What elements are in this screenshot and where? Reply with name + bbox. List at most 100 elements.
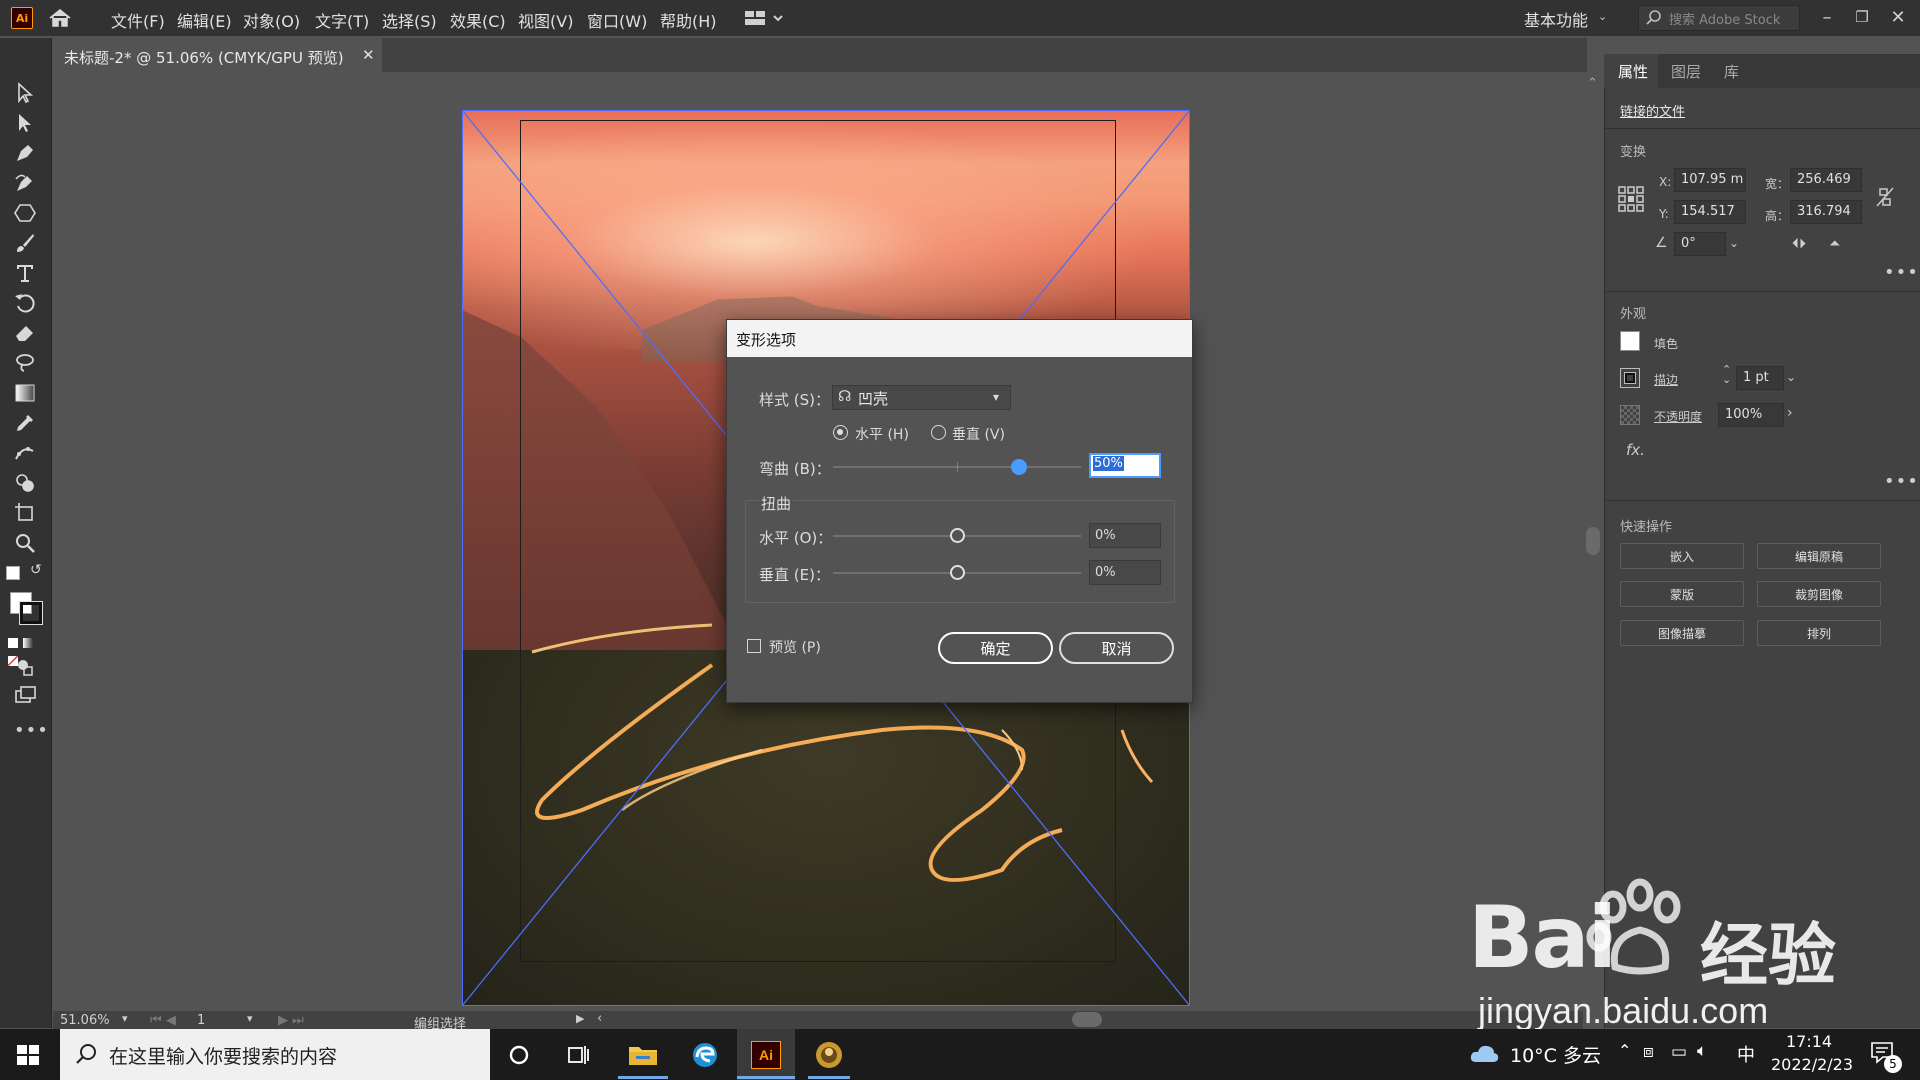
puppet-warp-tool[interactable]	[10, 440, 40, 466]
width-input[interactable]: 256.469	[1790, 168, 1862, 192]
arrange-documents-icon[interactable]	[744, 8, 788, 28]
arrange-button[interactable]: 排列	[1757, 620, 1881, 646]
page-number[interactable]: 1	[197, 1013, 205, 1028]
distort-v-input[interactable]: 0%	[1089, 560, 1161, 585]
distort-v-slider-thumb[interactable]	[950, 565, 965, 580]
y-input[interactable]: 154.517	[1674, 200, 1746, 224]
default-colors-icon[interactable]	[6, 566, 20, 580]
stroke-color-swatch[interactable]	[19, 601, 43, 625]
clock-date[interactable]: 2022/2/23	[1771, 1055, 1853, 1074]
status-menu-arrow-icon[interactable]: ▶	[576, 1012, 584, 1025]
stroke-swatch[interactable]	[1620, 368, 1640, 388]
x-input[interactable]: 107.95 m	[1674, 168, 1746, 192]
bend-slider-thumb[interactable]	[1011, 459, 1027, 475]
angle-input[interactable]: 0°	[1674, 232, 1726, 256]
rotate-tool[interactable]	[10, 290, 40, 316]
file-explorer-button[interactable]	[618, 1031, 668, 1078]
close-button[interactable]: ✕	[1885, 4, 1911, 30]
menu-help[interactable]: 帮助(H)	[660, 8, 717, 32]
shape-tool[interactable]	[10, 200, 40, 226]
distort-h-input[interactable]: 0%	[1089, 523, 1161, 548]
edit-original-button[interactable]: 编辑原稿	[1757, 543, 1881, 569]
preview-checkbox[interactable]	[747, 639, 761, 653]
mask-button[interactable]: 蒙版	[1620, 581, 1744, 607]
opacity-expand-icon[interactable]: ›	[1787, 405, 1793, 421]
menu-object[interactable]: 对象(O)	[243, 8, 300, 32]
stroke-weight-chevron-icon[interactable]: ⌄	[1786, 370, 1796, 384]
last-page-icon[interactable]: ▶ ⏭	[278, 1013, 304, 1028]
shape-builder-tool[interactable]	[10, 470, 40, 496]
tab-libraries[interactable]: 库	[1724, 61, 1739, 82]
image-trace-button[interactable]: 图像描摹	[1620, 620, 1744, 646]
zoom-chevron-icon[interactable]: ▾	[122, 1012, 128, 1025]
selection-tool[interactable]	[10, 80, 40, 106]
minimize-button[interactable]: –	[1814, 4, 1840, 30]
fill-swatch[interactable]	[1620, 331, 1640, 351]
color-mode-icons[interactable]	[8, 634, 42, 666]
angle-chevron-icon[interactable]: ⌄	[1729, 236, 1739, 250]
eyedropper-tool[interactable]	[10, 410, 40, 436]
curvature-tool[interactable]	[10, 170, 40, 196]
linked-file-link[interactable]: 链接的文件	[1620, 101, 1685, 120]
horizontal-radio[interactable]	[833, 425, 848, 440]
direct-selection-tool[interactable]	[10, 110, 40, 136]
first-page-icon[interactable]: ⏮ ◀	[150, 1013, 176, 1028]
home-icon[interactable]	[48, 8, 72, 28]
flip-vertical-icon[interactable]: ⏶	[1829, 236, 1840, 252]
page-chevron-icon[interactable]: ▾	[247, 1012, 253, 1025]
lasso-tool[interactable]	[10, 350, 40, 376]
draw-mode-tool[interactable]	[10, 654, 40, 680]
height-input[interactable]: 316.794	[1790, 200, 1862, 224]
menu-select[interactable]: 选择(S)	[382, 8, 437, 32]
reference-point-icon[interactable]	[1618, 186, 1644, 212]
opacity-label[interactable]: 不透明度	[1654, 408, 1702, 425]
clock-time[interactable]: 17:14	[1786, 1032, 1832, 1051]
vertical-radio[interactable]	[931, 425, 946, 440]
more-appearance-options-icon[interactable]: •••	[1884, 471, 1919, 492]
tab-close-icon[interactable]: ✕	[362, 46, 375, 64]
volume-icon[interactable]: 🔈︎	[1697, 1041, 1707, 1061]
menu-window[interactable]: 窗口(W)	[587, 8, 647, 32]
weather-text[interactable]: 10°C 多云	[1510, 1041, 1601, 1068]
menu-file[interactable]: 文件(F)	[111, 8, 165, 32]
opacity-input[interactable]: 100%	[1718, 403, 1784, 427]
swap-colors-icon[interactable]: ↺	[30, 562, 42, 578]
flip-horizontal-icon[interactable]: ⏴⏵	[1792, 236, 1806, 252]
screen-mode-tool[interactable]	[10, 682, 40, 708]
tab-properties[interactable]: 属性	[1618, 61, 1648, 82]
task-view-button[interactable]	[554, 1031, 604, 1078]
app-taskbar-button[interactable]	[804, 1031, 854, 1078]
artboard-tool[interactable]	[10, 500, 40, 526]
constrain-proportions-icon[interactable]	[1875, 186, 1895, 208]
stroke-weight-input[interactable]: 1 pt	[1736, 366, 1784, 390]
workspace-switcher[interactable]: 基本功能	[1524, 7, 1588, 31]
stroke-label[interactable]: 描边	[1654, 371, 1678, 388]
ok-button[interactable]: 确定	[938, 632, 1053, 664]
gradient-tool[interactable]	[10, 380, 40, 406]
more-tools-icon[interactable]: •••	[14, 720, 49, 741]
embed-button[interactable]: 嵌入	[1620, 543, 1744, 569]
battery-icon[interactable]: ▭	[1671, 1042, 1687, 1062]
cortana-button[interactable]	[494, 1031, 544, 1078]
stroke-stepper-icon[interactable]: ⌃ ⌄	[1722, 364, 1731, 385]
zoom-level[interactable]: 51.06%	[60, 1013, 110, 1028]
scroll-up-icon[interactable]: ⌃	[1587, 76, 1598, 91]
horizontal-scrollbar-thumb[interactable]	[1072, 1012, 1102, 1027]
paintbrush-tool[interactable]	[10, 230, 40, 256]
distort-h-slider-thumb[interactable]	[950, 528, 965, 543]
type-tool[interactable]	[10, 260, 40, 286]
ime-indicator[interactable]: 中	[1737, 1041, 1755, 1067]
edge-browser-button[interactable]	[680, 1031, 730, 1078]
vertical-scrollbar-thumb[interactable]	[1586, 527, 1600, 555]
network-icon[interactable]: ⧈	[1643, 1042, 1654, 1062]
eraser-tool[interactable]	[10, 320, 40, 346]
menu-effect[interactable]: 效果(C)	[450, 8, 506, 32]
zoom-tool[interactable]	[10, 530, 40, 556]
illustrator-taskbar-button[interactable]: Ai	[741, 1031, 791, 1078]
show-hidden-icons-icon[interactable]: ⌃	[1618, 1041, 1631, 1060]
tab-layers[interactable]: 图层	[1671, 61, 1701, 82]
menu-edit[interactable]: 编辑(E)	[177, 8, 232, 32]
dialog-titlebar[interactable]	[727, 320, 1192, 357]
pen-tool[interactable]	[10, 140, 40, 166]
chevron-down-icon[interactable]: ⌄	[1598, 10, 1607, 23]
